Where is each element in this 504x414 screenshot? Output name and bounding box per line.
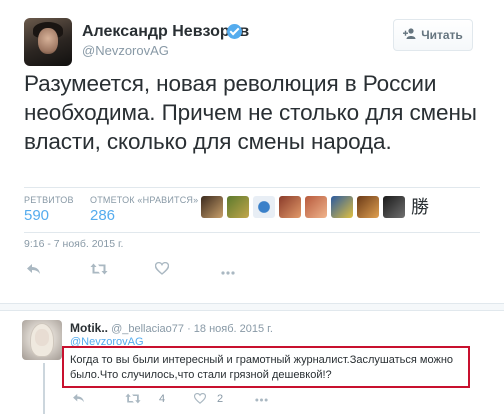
- more-icon[interactable]: [255, 393, 268, 405]
- reply-author-handle[interactable]: @_bellaciao77: [111, 323, 184, 335]
- verified-badge-icon: [227, 24, 242, 39]
- reply-avatar[interactable]: [22, 320, 62, 360]
- favoriter-avatar[interactable]: [279, 196, 301, 218]
- author-avatar[interactable]: [24, 18, 72, 66]
- heart-icon[interactable]: [154, 261, 170, 280]
- favoriter-avatar[interactable]: [253, 196, 275, 218]
- tweet-actions: [24, 261, 324, 280]
- retweets-label: РЕТВИТОВ: [24, 195, 74, 205]
- reply-icon[interactable]: [72, 393, 85, 406]
- author-handle[interactable]: @NevzorovAG: [82, 43, 169, 58]
- retweets-count: 590: [24, 207, 50, 224]
- favoriter-avatars: 勝: [201, 196, 435, 218]
- thread-line: [43, 363, 45, 414]
- add-user-icon: [403, 28, 416, 42]
- tweet-stats: РЕТВИТОВ 590 ОТМЕТОК «НРАВИТСЯ» 286 勝: [24, 187, 480, 233]
- reply-actions: 4 2: [70, 392, 370, 407]
- reply-tweet: Motik.. @_bellaciao77 · 18 нояб. 2015 г.…: [0, 311, 504, 414]
- reply-text: Когда то вы были интересный и грамотный …: [70, 354, 454, 381]
- favoriter-avatar[interactable]: [357, 196, 379, 218]
- favoriter-avatar[interactable]: [331, 196, 353, 218]
- more-icon[interactable]: [221, 262, 235, 280]
- follow-button[interactable]: Читать: [393, 19, 473, 51]
- retweet-icon[interactable]: [125, 393, 141, 407]
- heart-icon[interactable]: [193, 392, 207, 407]
- tweet-divider: [0, 303, 504, 311]
- favoriter-avatar[interactable]: [227, 196, 249, 218]
- tweet-timestamp[interactable]: 9:16 - 7 нояб. 2015 г.: [24, 238, 123, 250]
- reply-header: Motik.. @_bellaciao77 · 18 нояб. 2015 г.: [70, 321, 273, 335]
- retweet-icon[interactable]: [90, 262, 108, 280]
- reply-date[interactable]: · 18 нояб. 2015 г.: [187, 323, 273, 335]
- tweet-text: Разумеется, новая революция в России нео…: [24, 71, 477, 154]
- likes-count: 286: [90, 207, 116, 224]
- reply-icon[interactable]: [26, 262, 41, 280]
- reply-like-count: 2: [217, 393, 224, 405]
- favoriter-avatar[interactable]: 勝: [409, 196, 431, 218]
- likes-stat[interactable]: ОТМЕТОК «НРАВИТСЯ» 286: [90, 195, 198, 224]
- avatar-face: [38, 28, 58, 54]
- favoriter-avatar[interactable]: [383, 196, 405, 218]
- favoriter-avatar[interactable]: [305, 196, 327, 218]
- likes-label: ОТМЕТОК «НРАВИТСЯ»: [90, 195, 199, 205]
- follow-button-label: Читать: [421, 28, 463, 42]
- reply-author-name[interactable]: Motik..: [70, 321, 108, 335]
- retweets-stat[interactable]: РЕТВИТОВ 590: [24, 195, 74, 224]
- avatar-face: [35, 329, 49, 346]
- main-tweet: Александр Невзоров @NevzorovAG Читать Ра…: [0, 0, 504, 300]
- author-name[interactable]: Александр Невзоров: [82, 23, 249, 41]
- reply-retweet-count: 4: [159, 393, 166, 405]
- favoriter-avatar[interactable]: [201, 196, 223, 218]
